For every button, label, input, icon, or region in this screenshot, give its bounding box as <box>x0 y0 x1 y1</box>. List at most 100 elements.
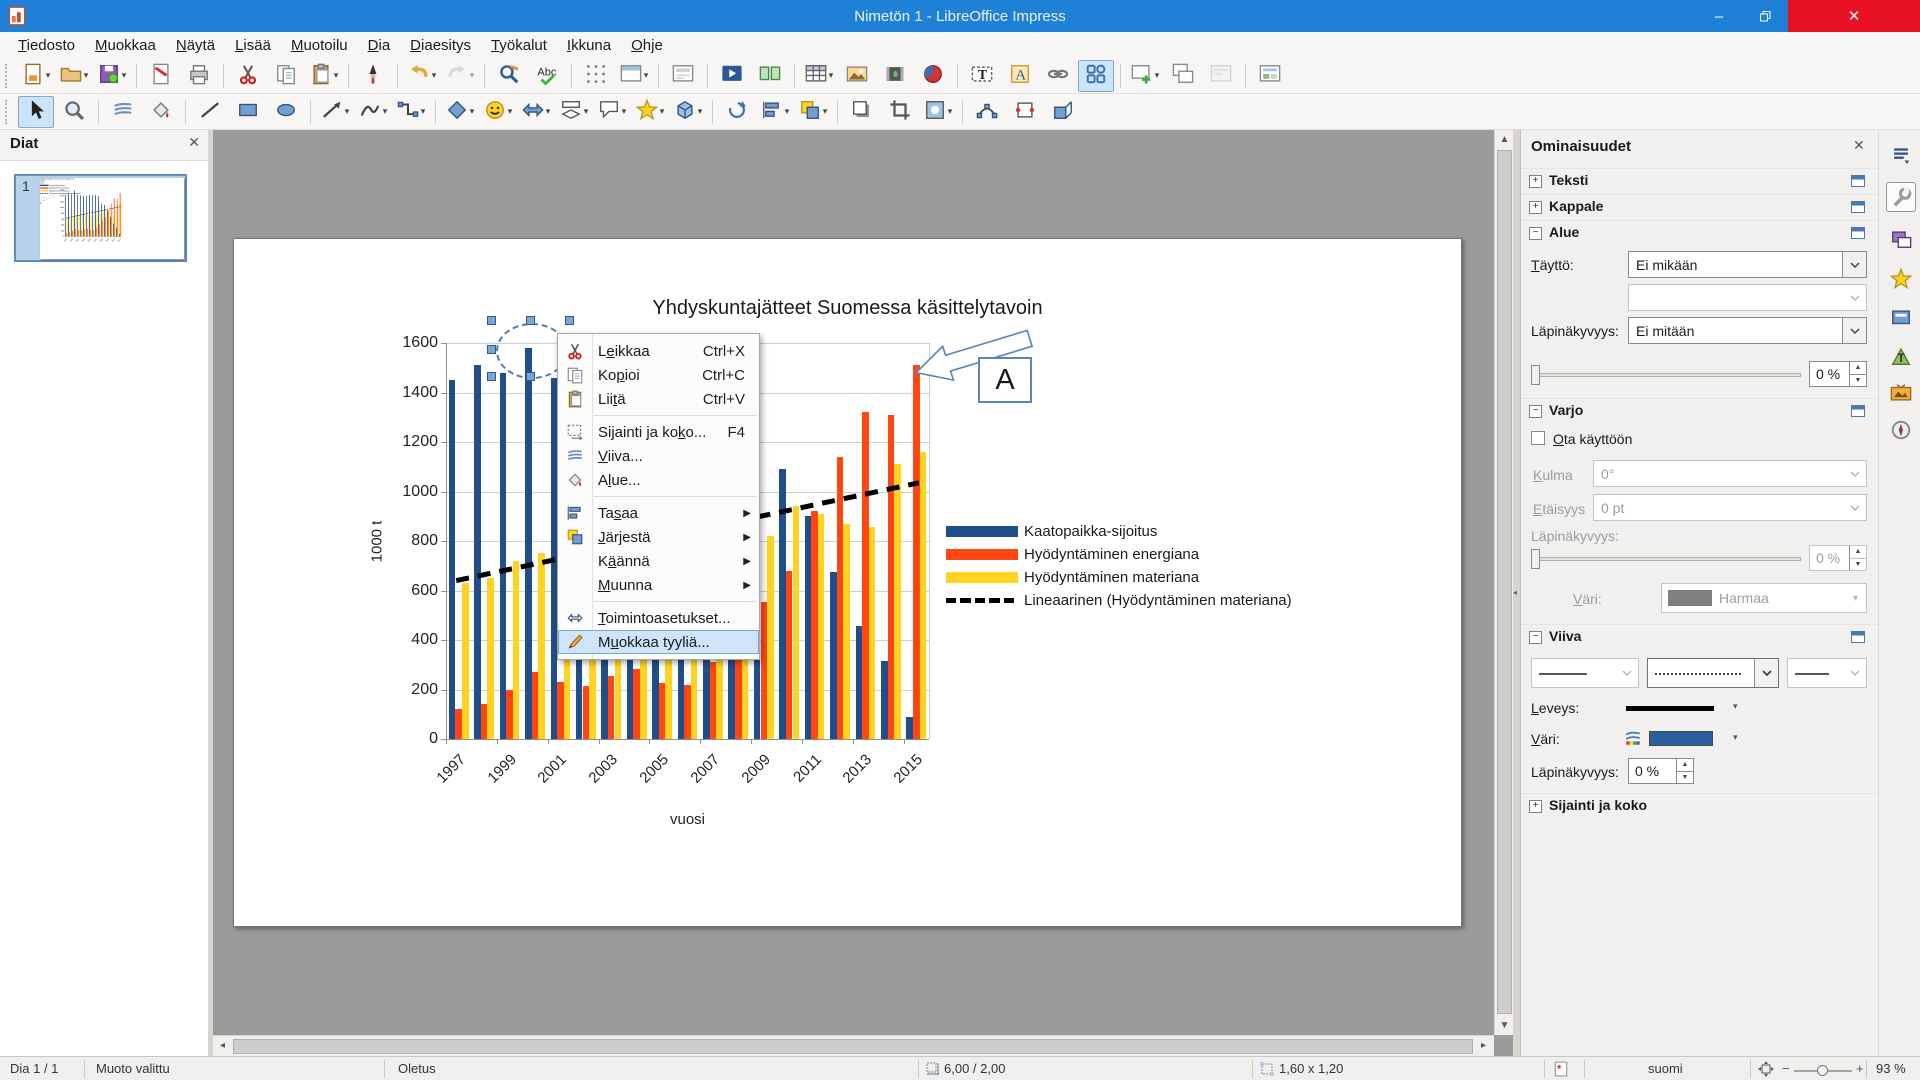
master-slide-name[interactable]: Oletus <box>398 1061 436 1076</box>
cut-button[interactable] <box>230 60 266 92</box>
sidebar-tab-sidebar-settings[interactable] <box>1886 140 1916 170</box>
selection-handle[interactable] <box>487 316 496 325</box>
dropdown-arrow-icon[interactable]: ▾ <box>660 106 665 117</box>
dialog-launcher-icon[interactable] <box>1851 174 1865 191</box>
horizontal-scroll-thumb[interactable] <box>233 1039 1473 1054</box>
slide-canvas[interactable]: 0200400600800100012001400160019971999200… <box>233 238 1462 927</box>
dialog-launcher-icon[interactable] <box>1851 200 1865 217</box>
slide-thumbnail-preview[interactable]: 0200400600800100012001400160019971999200… <box>40 178 184 259</box>
master-slide-button[interactable] <box>665 60 701 92</box>
dropdown-arrow-icon[interactable]: ▾ <box>823 106 828 117</box>
dropdown-arrow-icon[interactable]: ▾ <box>644 70 649 81</box>
context-menu-item-muokkaa-tyyli[interactable]: Muokkaa tyyliä... <box>558 630 759 654</box>
dropdown-arrow-icon[interactable]: ▾ <box>122 70 127 81</box>
section-kappale[interactable]: + Kappale <box>1521 194 1879 221</box>
dropdown-arrow-icon[interactable]: ▾ <box>84 70 89 81</box>
line-color-dropdown-icon[interactable]: ▾ <box>1733 732 1738 743</box>
dialog-launcher-icon[interactable] <box>1851 226 1865 243</box>
sidebar-tab-animation[interactable] <box>1886 264 1916 294</box>
export-pdf-button[interactable] <box>143 60 179 92</box>
expand-icon[interactable]: + <box>1529 800 1542 813</box>
spin-down-icon[interactable]: ▼ <box>1850 374 1866 387</box>
language-status[interactable]: suomi <box>1648 1061 1683 1076</box>
collapse-icon[interactable]: − <box>1529 227 1542 240</box>
context-menu-item-alue[interactable]: Alue... <box>558 468 759 492</box>
menu-nyt[interactable]: Näytä <box>166 35 225 56</box>
zoom-out-icon[interactable]: − <box>1782 1061 1790 1076</box>
vertical-scroll-thumb[interactable] <box>1497 150 1512 1014</box>
scroll-down-icon[interactable]: ▼ <box>1495 1016 1514 1035</box>
spelling-button[interactable]: Abc <box>529 60 565 92</box>
section-viiva[interactable]: − Viiva <box>1521 624 1879 651</box>
context-menu-item-k-nn[interactable]: Käännä▶ <box>558 549 759 573</box>
new-presentation-button[interactable]: ▾ <box>18 60 54 92</box>
scroll-up-icon[interactable]: ▲ <box>1495 130 1514 149</box>
menu-muotoilu[interactable]: Muotoilu <box>281 35 358 56</box>
block-arrows-button[interactable]: ▾ <box>518 96 554 128</box>
section-alue[interactable]: − Alue <box>1521 220 1879 247</box>
toolbar-drag-handle[interactable] <box>5 64 14 88</box>
dropdown-arrow-icon[interactable]: ▾ <box>46 70 51 81</box>
area-transparency-spinner[interactable]: 0 % ▲▼ <box>1809 361 1867 387</box>
expand-icon[interactable]: + <box>1529 175 1542 188</box>
spin-up-icon[interactable]: ▲ <box>1677 759 1693 771</box>
dropdown-arrow-icon[interactable]: ▾ <box>432 70 437 81</box>
close-button[interactable]: ✕ <box>1788 0 1920 32</box>
slider-thumb[interactable] <box>1531 365 1540 385</box>
menu-diaesitys[interactable]: Diaesitys <box>400 35 481 56</box>
context-menu-item-viiva[interactable]: Viiva... <box>558 444 759 468</box>
context-menu-item-sijainti-ja-koko[interactable]: Sijainti ja koko...F4 <box>558 420 759 444</box>
duplicate-slide-button[interactable] <box>1165 60 1201 92</box>
spinner-buttons[interactable]: ▲▼ <box>1676 759 1693 783</box>
dual-display-button[interactable] <box>752 60 788 92</box>
spinner-buttons[interactable]: ▲▼ <box>1849 362 1866 386</box>
restore-button[interactable] <box>1742 0 1788 32</box>
document-modified-icon[interactable]: * <box>1554 1061 1568 1077</box>
copy-button[interactable] <box>268 60 304 92</box>
sidebar-collapse-icon[interactable]: ◂ <box>1513 578 1520 608</box>
selection-handle[interactable] <box>565 316 574 325</box>
dropdown-arrow-icon[interactable]: ▾ <box>698 106 703 117</box>
dropdown-arrow-icon[interactable]: ▾ <box>1155 70 1160 81</box>
stars-banners-button[interactable]: ▾ <box>632 96 668 128</box>
sidebar-tab-properties[interactable] <box>1886 182 1916 212</box>
insert-media-button[interactable] <box>877 60 913 92</box>
menu-dia[interactable]: Dia <box>358 35 401 56</box>
collapse-icon[interactable]: − <box>1529 405 1542 418</box>
slide-thumbnail-content[interactable]: 0200400600800100012001400160019971999200… <box>40 178 184 259</box>
context-menu-item-leikkaa[interactable]: LeikkaaCtrl+X <box>558 339 759 363</box>
sidebar-tab-gallery[interactable] <box>1886 378 1916 408</box>
arrange-objects-button[interactable]: ▾ <box>795 96 831 128</box>
dropdown-arrow-icon[interactable]: ▾ <box>345 106 350 117</box>
callouts-button[interactable]: ▾ <box>594 96 630 128</box>
save-button[interactable]: ▾ <box>94 60 130 92</box>
filter-button[interactable]: ▾ <box>920 96 956 128</box>
context-menu-item-muunna[interactable]: Muunna▶ <box>558 573 759 597</box>
menu-lis[interactable]: Lisää <box>225 35 281 56</box>
dropdown-arrow-icon[interactable]: ▾ <box>334 70 339 81</box>
undo-button[interactable]: ▾ <box>404 60 440 92</box>
area-transparency-slider[interactable] <box>1531 373 1801 377</box>
minimize-button[interactable]: – <box>1696 0 1742 32</box>
points-button[interactable] <box>969 96 1005 128</box>
zoom-slider-thumb[interactable] <box>1817 1065 1828 1076</box>
snap-guides-button[interactable] <box>1078 60 1114 92</box>
sidebar-tab-transitions[interactable] <box>1886 224 1916 254</box>
shadow-button[interactable] <box>844 96 880 128</box>
crop-button[interactable] <box>882 96 918 128</box>
zoom-pan-button[interactable] <box>56 96 92 128</box>
insert-chart-button[interactable] <box>915 60 951 92</box>
insert-fontwork-button[interactable]: A <box>1002 60 1038 92</box>
line-width-dropdown-icon[interactable]: ▾ <box>1733 701 1738 712</box>
open-button[interactable]: ▾ <box>56 60 92 92</box>
line-color-swatch[interactable] <box>1649 731 1713 746</box>
fill-type-dropdown[interactable]: Ei mikään <box>1628 251 1867 278</box>
dropdown-arrow-icon[interactable]: ▾ <box>470 106 475 117</box>
menu-muokkaa[interactable]: Muokkaa <box>85 35 166 56</box>
callout-a-box[interactable]: A <box>978 357 1032 403</box>
sidebar-tab-master-slides[interactable] <box>1886 303 1916 333</box>
context-menu-item-kopioi[interactable]: KopioiCtrl+C <box>558 363 759 387</box>
spin-down-icon[interactable]: ▼ <box>1677 771 1693 784</box>
dropdown-arrow-icon[interactable]: ▾ <box>421 106 426 117</box>
3d-objects-button[interactable]: ▾ <box>670 96 706 128</box>
